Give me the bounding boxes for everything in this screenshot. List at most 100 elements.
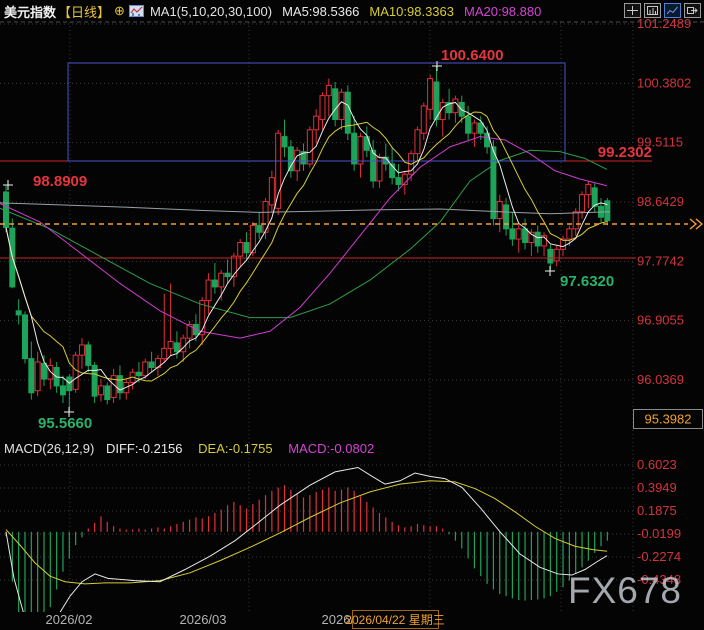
candle-body [509,228,516,240]
candle-body [427,78,434,110]
indicator-pane-icon[interactable] [644,3,661,18]
candle-body [275,132,282,209]
candle-body [211,279,218,288]
candle-body [237,241,244,257]
pan-move-icon[interactable] [624,3,641,18]
candle-body [465,115,472,134]
mini-chart-icon [128,5,144,17]
candle-body [40,362,47,380]
export-panel-icon[interactable] [684,3,701,18]
candle-body [477,122,484,134]
axis-tick-label: 96.0369 [637,372,684,387]
candle-body [161,347,168,360]
macd-config-label: MACD(26,12,9) [4,441,95,456]
extreme-price-label: 98.8909 [33,173,87,190]
candle-body [357,136,364,165]
month-label: 2026/02 [46,612,93,627]
candle-body [591,187,598,207]
axis-tick-label: 97.7742 [637,253,684,268]
price-axis: 101.2489 100.3802 99.5115 98.6429 97.7742 96.… [633,16,703,587]
candle-body [287,146,294,172]
candle-body [547,248,554,264]
candle-body [256,224,263,233]
macd-layer [5,466,608,612]
candle-body [148,361,155,368]
candle-body [534,231,541,247]
candle-body [218,272,225,288]
candle-body [503,204,510,230]
candle-body [230,255,237,278]
candle-body [135,371,142,377]
candle-body [34,361,41,392]
candle-body [224,272,231,278]
ma5-line [5,101,608,391]
candle-body [585,183,592,196]
candle-body [281,136,288,148]
instrument-title: 美元指数 [4,4,57,20]
axis-tick-label: 0.6023 [637,457,677,472]
candle-body [97,385,104,396]
min-price-label: 95.3982 [645,412,692,427]
axis-tick-label: -0.0199 [637,526,681,541]
candle-body [344,91,351,134]
candlestick-chart-canvas[interactable]: 98.8909100.640099.230297.632095.5660101.… [0,0,704,630]
candle-body [15,310,22,316]
candle-body [566,228,573,240]
candle-body [72,354,79,390]
candles-layer [3,65,611,413]
candle-body [395,177,402,185]
axis-tick-label: 98.6429 [637,194,684,209]
candle-body [572,211,579,230]
candle-body [142,361,149,377]
candle-body [351,132,358,165]
expand-icon[interactable]: ⊕ [114,3,125,19]
candle-body [553,248,560,262]
cursor-date-label: 2026/04/22 星期三 [345,613,444,627]
candle-body [205,279,212,302]
candle-body [490,146,497,220]
extreme-price-label: 97.6320 [560,273,614,290]
price-annotations: 98.8909100.640099.230297.632095.5660 [3,47,652,432]
macd-macd-value: MACD:-0.0802 [288,441,375,456]
candle-body [363,136,370,151]
candle-body [104,385,111,401]
candle-body [414,129,421,155]
candle-body [325,84,332,97]
candle-body [21,314,28,360]
axis-tick-label: 0.3949 [637,480,677,495]
candle-body [47,364,54,380]
extreme-price-label: 95.5660 [38,415,92,432]
grid-lines [0,21,704,611]
axis-tick-label: 0.1875 [637,503,677,518]
candle-body [420,105,427,134]
candle-body [319,95,326,121]
candle-body [515,228,522,240]
axis-tick-label: 100.3802 [637,75,691,90]
macd-diff-value: DIFF:-0.2156 [105,441,183,456]
period-label[interactable]: 【日线】 [58,2,110,21]
price-arrow-icon [689,218,704,230]
candle-body [59,385,66,396]
axis-tick-label: 101.2489 [637,16,691,31]
date-axis: 2026/02 2026/03 2026/042026/04/22 星期三 [46,610,445,629]
chart-header: 美元指数 【日线】 ⊕ MA1(5,10,20,30,100) MA5:98.536… [4,2,541,21]
candle-body [85,344,92,366]
candle-body [243,241,250,254]
chart-toolbar [624,3,701,18]
candle-body [579,194,586,213]
ma5-value: MA5:98.5366 [282,3,360,19]
axis-tick-label: 99.5115 [637,135,683,150]
ma100-line [0,202,611,215]
candle-body [313,115,320,131]
month-label: 2026/03 [180,612,227,627]
ma10-value: MA10:98.3363 [369,3,454,19]
candle-body [332,88,339,121]
trend-line-tool-icon[interactable] [664,3,681,18]
candle-body [306,129,313,165]
candle-body [167,341,174,349]
axis-tick-label: -0.4348 [637,572,681,587]
candle-body [173,342,180,353]
candle-body [66,376,73,392]
axis-tick-label: -0.2274 [637,549,681,564]
trading-chart-window: 98.8909 100.6400 99.2302 97.6320 95.5660 101.… [0,0,704,630]
